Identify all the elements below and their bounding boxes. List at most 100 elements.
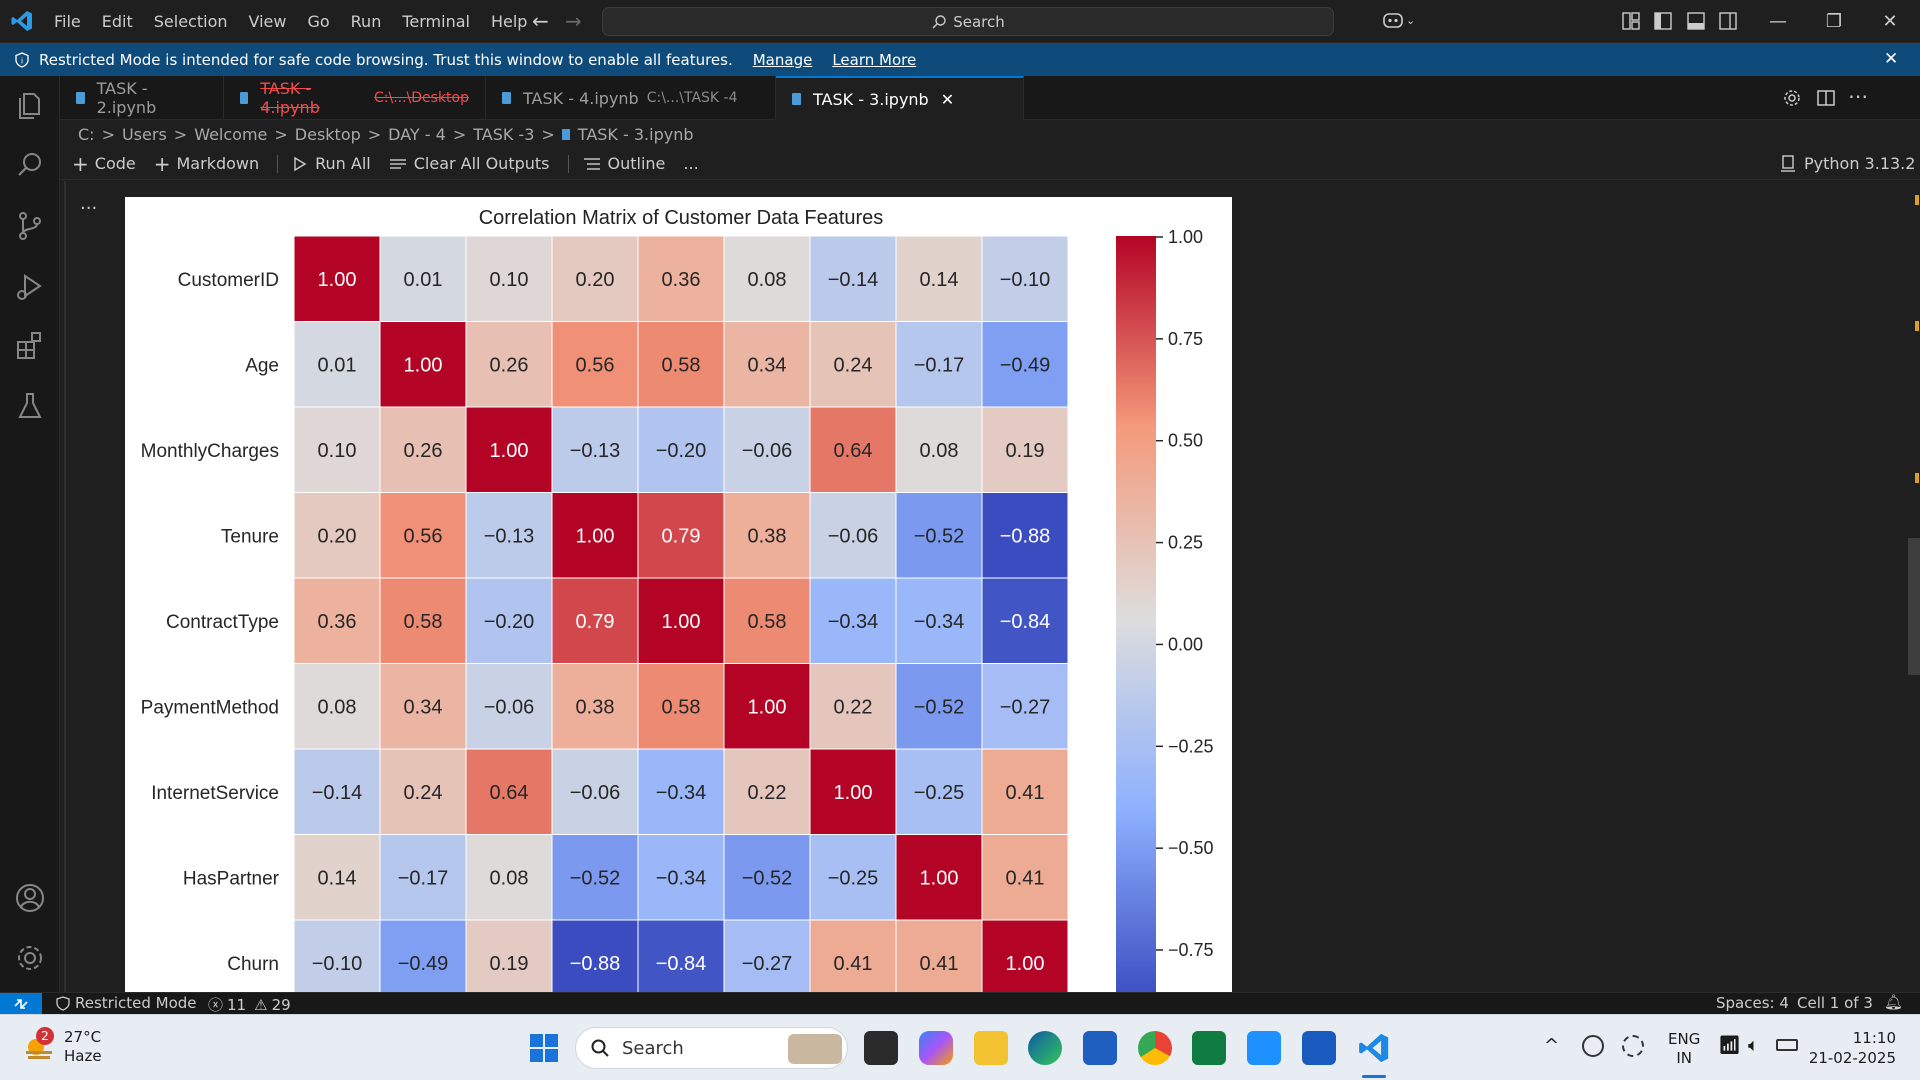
breadcrumb-item[interactable]: C:	[78, 125, 95, 144]
forward-arrow-icon[interactable]: →	[565, 9, 582, 33]
add-code-cell-button[interactable]: + Code	[72, 152, 136, 176]
run-all-button[interactable]: Run All	[292, 154, 371, 173]
cell-value-label: 0.58	[662, 696, 701, 718]
command-center-search[interactable]: Search	[602, 7, 1334, 36]
wifi-icon[interactable]: 📶︎	[1718, 1035, 1741, 1056]
cell-position-status[interactable]: Cell 1 of 3	[1797, 994, 1873, 1012]
toolbar-more-button[interactable]: ...	[683, 154, 698, 173]
remote-indicator[interactable]	[0, 993, 42, 1015]
copilot-app-icon[interactable]	[919, 1031, 953, 1065]
notebook-file-icon	[561, 128, 570, 140]
split-editor-icon[interactable]	[1816, 88, 1836, 108]
indentation-status[interactable]: Spaces: 4	[1716, 994, 1789, 1012]
vscode-taskbar-icon[interactable]	[1357, 1031, 1391, 1065]
battery-icon[interactable]	[1776, 1039, 1798, 1051]
menu-edit[interactable]: Edit	[102, 12, 133, 31]
cell-output-more-icon[interactable]: ...	[80, 193, 97, 214]
weather-widget[interactable]: 27°C Haze	[64, 1028, 102, 1066]
cell-value-label: 0.24	[404, 782, 443, 804]
account-icon[interactable]	[12, 880, 48, 916]
close-window-icon[interactable]: ✕	[1862, 0, 1918, 43]
kernel-picker[interactable]: Python 3.13.2	[1780, 154, 1915, 173]
clear-all-outputs-button[interactable]: Clear All Outputs	[389, 154, 550, 173]
file-explorer-icon[interactable]	[974, 1031, 1008, 1065]
chevron-right-icon: >	[274, 124, 288, 144]
title-bar: File Edit Selection View Go Run Terminal…	[0, 0, 1920, 43]
restore-icon[interactable]: ❐	[1806, 0, 1862, 43]
source-control-icon[interactable]	[12, 208, 48, 244]
toggle-panel-icon[interactable]	[1687, 12, 1705, 30]
chrome-icon[interactable]	[1138, 1031, 1172, 1065]
minimize-icon[interactable]: —	[1750, 0, 1806, 43]
problems-status[interactable]: ⓧ 11 ⚠ 29	[208, 994, 291, 1015]
sync-icon[interactable]	[1622, 1035, 1644, 1057]
explorer-icon[interactable]	[12, 88, 48, 124]
windows-taskbar: 2 27°C Haze Search ^ ENG IN 📶︎ 🔈︎ 11:10 …	[0, 1014, 1920, 1080]
search-sidebar-icon[interactable]	[12, 148, 48, 184]
close-tab-icon[interactable]: ✕	[941, 90, 954, 109]
toggle-secondary-sidebar-icon[interactable]	[1719, 12, 1737, 30]
tab-task-2[interactable]: TASK - 2.ipynb	[60, 76, 224, 120]
tab-label: TASK - 4.ipynb	[523, 88, 639, 108]
back-arrow-icon[interactable]: ←	[532, 9, 549, 33]
menu-go[interactable]: Go	[307, 12, 329, 31]
manage-link[interactable]: Manage	[753, 51, 813, 69]
customize-layout-icon[interactable]	[1622, 12, 1640, 30]
word-icon[interactable]	[1302, 1031, 1336, 1065]
menu-selection[interactable]: Selection	[154, 12, 228, 31]
menu-terminal[interactable]: Terminal	[402, 12, 470, 31]
cell-value-label: 1.00	[318, 269, 357, 291]
tab-task-3[interactable]: TASK - 3.ipynb ✕	[776, 76, 1024, 120]
copilot-icon[interactable]: ⌄	[1382, 10, 1415, 30]
close-banner-icon[interactable]: ✕	[1884, 49, 1898, 69]
show-hidden-icons-chevron-icon[interactable]: ^	[1544, 1035, 1559, 1056]
more-actions-icon[interactable]: ⋯	[1848, 84, 1868, 108]
tab-task-4[interactable]: TASK - 4.ipynb C:\...\TASK -4	[486, 76, 776, 120]
breadcrumb-item[interactable]: Users	[122, 125, 167, 144]
cell-value-label: −0.49	[1000, 354, 1051, 376]
colorbar-tick-label: −0.75	[1168, 940, 1214, 960]
manage-gear-icon[interactable]	[12, 940, 48, 976]
add-markdown-cell-button[interactable]: + Markdown	[154, 152, 259, 176]
tab-task-4-desktop[interactable]: TASK - 4.ipynb C:\...\Desktop	[224, 76, 486, 120]
menu-file[interactable]: File	[54, 12, 81, 31]
cell-value-label: 0.19	[1006, 440, 1045, 462]
outline-button[interactable]: Outline	[583, 154, 665, 173]
excel-icon[interactable]	[1192, 1031, 1226, 1065]
language-code: ENG	[1668, 1030, 1701, 1048]
onedrive-status-icon[interactable]	[1582, 1035, 1604, 1057]
notebook-settings-icon[interactable]	[1782, 88, 1802, 108]
volume-icon[interactable]: 🔈︎	[1748, 1035, 1759, 1056]
breadcrumb-item[interactable]: TASK - 3.ipynb	[578, 125, 694, 144]
menu-help[interactable]: Help	[491, 12, 527, 31]
taskbar-search[interactable]: Search	[575, 1027, 848, 1069]
breadcrumb-item[interactable]: DAY - 4	[388, 125, 446, 144]
breadcrumb-item[interactable]: Welcome	[194, 125, 267, 144]
task-view-icon[interactable]	[864, 1031, 898, 1065]
clock[interactable]: 11:10 21-02-2025	[1806, 1028, 1896, 1068]
windows-start-icon[interactable]	[527, 1031, 561, 1065]
toggle-primary-sidebar-icon[interactable]	[1654, 12, 1672, 30]
cell-value-label: 0.58	[662, 354, 701, 376]
testing-icon[interactable]	[12, 388, 48, 424]
weather-icon[interactable]: 2	[22, 1027, 56, 1063]
breadcrumb-item[interactable]: TASK -3	[473, 125, 534, 144]
run-debug-icon[interactable]	[12, 268, 48, 304]
learn-more-link[interactable]: Learn More	[832, 51, 916, 69]
input-language[interactable]: ENG IN	[1668, 1030, 1700, 1068]
cell-value-label: 0.56	[404, 525, 443, 547]
edge-icon[interactable]	[1028, 1031, 1062, 1065]
cell-value-label: 0.14	[318, 867, 357, 889]
restricted-mode-status[interactable]: Restricted Mode	[56, 994, 197, 1012]
menu-view[interactable]: View	[249, 12, 287, 31]
cell-value-label: −0.27	[1000, 696, 1051, 718]
photos-icon[interactable]	[1247, 1031, 1281, 1065]
vertical-scrollbar[interactable]	[1908, 538, 1920, 675]
notifications-bell-icon[interactable]: 🔔︎	[1884, 993, 1903, 1011]
microsoft-store-icon[interactable]	[1083, 1031, 1117, 1065]
cell-value-label: 0.58	[404, 611, 443, 633]
menu-run[interactable]: Run	[351, 12, 382, 31]
chart-title: Correlation Matrix of Customer Data Feat…	[479, 207, 884, 229]
breadcrumb-item[interactable]: Desktop	[295, 125, 361, 144]
extensions-icon[interactable]	[12, 328, 48, 364]
